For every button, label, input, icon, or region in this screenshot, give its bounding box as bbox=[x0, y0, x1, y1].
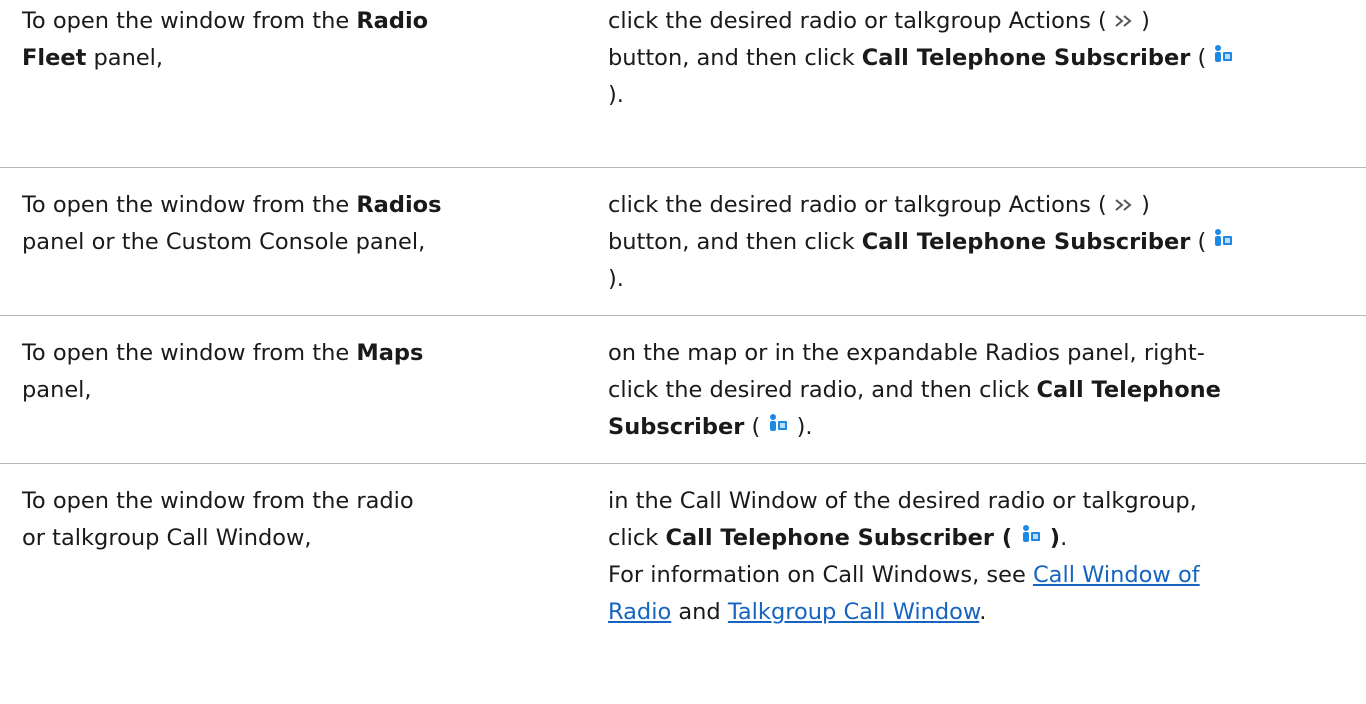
text: panel, bbox=[22, 377, 92, 403]
text: click the desired radio or talkgroup Act… bbox=[608, 192, 1114, 218]
panel-name-bold: Radios bbox=[356, 192, 442, 218]
command-name-bold: Call Telephone Subscriber bbox=[861, 45, 1191, 71]
row-context: To open the window from the Radio Fleet … bbox=[22, 3, 562, 77]
link-call-window-of-radio[interactable]: Radio bbox=[608, 599, 671, 625]
text: button, and then click bbox=[608, 45, 862, 71]
text: and bbox=[671, 599, 728, 625]
telephone-subscriber-icon bbox=[1020, 520, 1042, 557]
row-context: To open the window from the Maps panel, bbox=[22, 335, 562, 409]
row-context: To open the window from the Radios panel… bbox=[22, 187, 562, 261]
table-row: To open the window from the Radio Fleet … bbox=[0, 0, 1366, 167]
text: panel or the Custom Console panel, bbox=[22, 229, 426, 255]
double-chevron-right-icon bbox=[1114, 3, 1134, 40]
text: To open the window from the radio bbox=[22, 488, 414, 514]
text: ). bbox=[608, 266, 624, 292]
command-name-bold: Call Telephone Subscriber ( bbox=[665, 525, 1020, 551]
row-action: click the desired radio or talkgroup Act… bbox=[608, 3, 1328, 114]
text: To open the window from the bbox=[22, 8, 357, 34]
panel-name-bold: Fleet bbox=[22, 45, 87, 71]
text: click bbox=[608, 525, 666, 551]
text: on the map or in the expandable Radios p… bbox=[608, 340, 1205, 366]
row-action: in the Call Window of the desired radio … bbox=[608, 483, 1328, 631]
text: click the desired radio, and then click bbox=[608, 377, 1037, 403]
command-name-bold: Call Telephone Subscriber bbox=[861, 229, 1191, 255]
row-action: on the map or in the expandable Radios p… bbox=[608, 335, 1328, 446]
text: . bbox=[1060, 525, 1068, 551]
text: ) bbox=[1133, 192, 1150, 218]
text: ). bbox=[608, 82, 624, 108]
command-name-bold: ) bbox=[1041, 525, 1061, 551]
text: For information on Call Windows, see bbox=[608, 562, 1033, 588]
text: ( bbox=[1190, 45, 1207, 71]
telephone-subscriber-icon bbox=[1212, 40, 1234, 77]
text: To open the window from the bbox=[22, 192, 357, 218]
link-talkgroup-call-window[interactable]: Talkgroup Call Window bbox=[728, 599, 979, 625]
text: ( bbox=[744, 414, 768, 440]
text: To open the window from the bbox=[22, 340, 357, 366]
text: button, and then click bbox=[608, 229, 862, 255]
link-call-window-of-radio[interactable]: Call Window of bbox=[1033, 562, 1200, 588]
text: click the desired radio or talkgroup Act… bbox=[608, 8, 1114, 34]
command-name-bold: Subscriber bbox=[608, 414, 745, 440]
telephone-subscriber-icon bbox=[1212, 224, 1234, 261]
instructions-table: To open the window from the Radio Fleet … bbox=[0, 0, 1366, 704]
row-action: click the desired radio or talkgroup Act… bbox=[608, 187, 1328, 298]
panel-name-bold: Radio bbox=[356, 8, 429, 34]
table-row: To open the window from the radio or tal… bbox=[0, 463, 1366, 704]
text: ) bbox=[1133, 8, 1150, 34]
table-row: To open the window from the Maps panel, … bbox=[0, 315, 1366, 463]
panel-name-bold: Maps bbox=[356, 340, 424, 366]
double-chevron-right-icon bbox=[1114, 187, 1134, 224]
telephone-subscriber-icon bbox=[767, 409, 789, 446]
text: or talkgroup Call Window, bbox=[22, 525, 312, 551]
row-context: To open the window from the radio or tal… bbox=[22, 483, 562, 557]
table-row: To open the window from the Radios panel… bbox=[0, 167, 1366, 315]
text: ). bbox=[789, 414, 813, 440]
text: . bbox=[979, 599, 987, 625]
text: panel, bbox=[86, 45, 164, 71]
text: in the Call Window of the desired radio … bbox=[608, 488, 1197, 514]
text: ( bbox=[1190, 229, 1207, 255]
command-name-bold: Call Telephone bbox=[1036, 377, 1221, 403]
